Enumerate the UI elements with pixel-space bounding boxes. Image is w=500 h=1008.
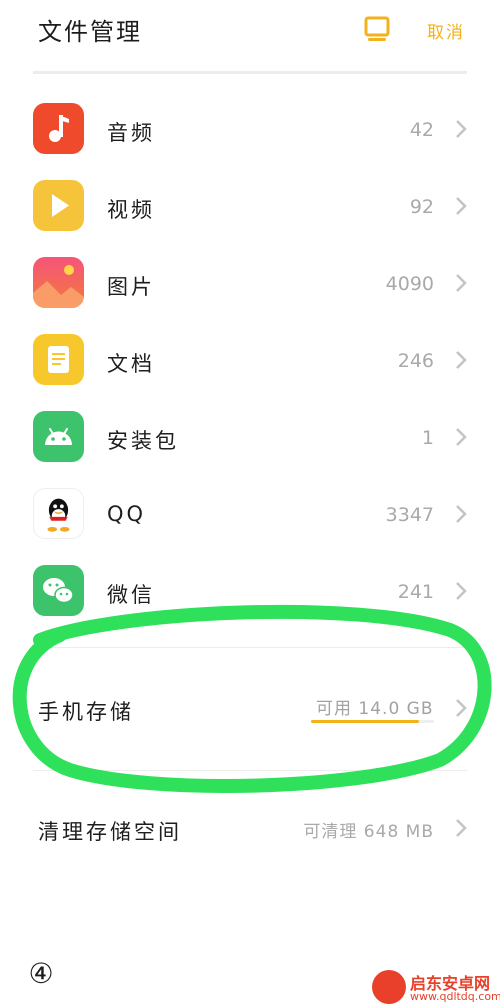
chevron-right-icon <box>454 818 468 838</box>
category-count: 92 <box>409 196 434 218</box>
watermark-logo-icon <box>372 970 406 1004</box>
step-number: ④ <box>28 957 54 990</box>
category-label: 微信 <box>107 583 155 607</box>
wechat-icon <box>33 565 84 616</box>
category-count: 3347 <box>385 504 434 526</box>
category-row-audio[interactable]: 音频 42 <box>0 90 500 167</box>
chevron-right-icon <box>454 196 468 216</box>
chevron-right-icon <box>454 698 468 718</box>
chevron-right-icon <box>454 427 468 447</box>
divider <box>33 647 467 648</box>
category-label: 安装包 <box>107 429 179 453</box>
android-icon <box>33 411 84 462</box>
category-row-apk[interactable]: 安装包 1 <box>0 398 500 475</box>
page-title: 文件管理 <box>38 18 142 46</box>
storage-free-text: 可用 14.0 GB <box>316 699 434 719</box>
chevron-right-icon <box>454 350 468 370</box>
storage-progress-fill <box>311 720 420 723</box>
category-label: 音频 <box>107 121 155 145</box>
clean-amount-text: 可清理 648 MB <box>303 822 434 842</box>
category-count: 42 <box>409 119 434 141</box>
divider <box>33 770 467 771</box>
header: 文件管理 取消 <box>0 0 500 72</box>
chevron-right-icon <box>454 581 468 601</box>
mountain-sun-icon <box>33 257 84 308</box>
watermark-url: www.qdltdq.com <box>410 990 500 1003</box>
cancel-button[interactable]: 取消 <box>427 18 465 43</box>
category-label: 图片 <box>107 275 155 299</box>
category-count: 4090 <box>385 273 434 295</box>
storage-label: 手机存储 <box>38 700 134 724</box>
category-label: 文档 <box>107 352 155 376</box>
category-count: 246 <box>397 350 434 372</box>
play-icon <box>33 180 84 231</box>
chevron-right-icon <box>454 119 468 139</box>
category-row-qq[interactable]: QQ 3347 <box>0 475 500 552</box>
category-row-documents[interactable]: 文档 246 <box>0 321 500 398</box>
qq-penguin-icon <box>33 488 84 539</box>
music-note-icon <box>33 103 84 154</box>
storage-progress-bar <box>311 720 434 723</box>
category-row-video[interactable]: 视频 92 <box>0 167 500 244</box>
category-count: 1 <box>421 427 434 449</box>
chevron-right-icon <box>454 504 468 524</box>
category-row-wechat[interactable]: 微信 241 <box>0 552 500 629</box>
clean-storage-row[interactable]: 清理存储空间 可清理 648 MB <box>0 790 500 866</box>
divider <box>33 71 467 74</box>
category-label: QQ <box>107 502 147 526</box>
category-label: 视频 <box>107 198 155 222</box>
clean-label: 清理存储空间 <box>38 820 182 844</box>
phone-storage-row[interactable]: 手机存储 可用 14.0 GB <box>0 668 500 748</box>
document-icon <box>33 334 84 385</box>
screen-icon[interactable] <box>364 16 390 44</box>
chevron-right-icon <box>454 273 468 293</box>
category-row-images[interactable]: 图片 4090 <box>0 244 500 321</box>
category-count: 241 <box>397 581 434 603</box>
